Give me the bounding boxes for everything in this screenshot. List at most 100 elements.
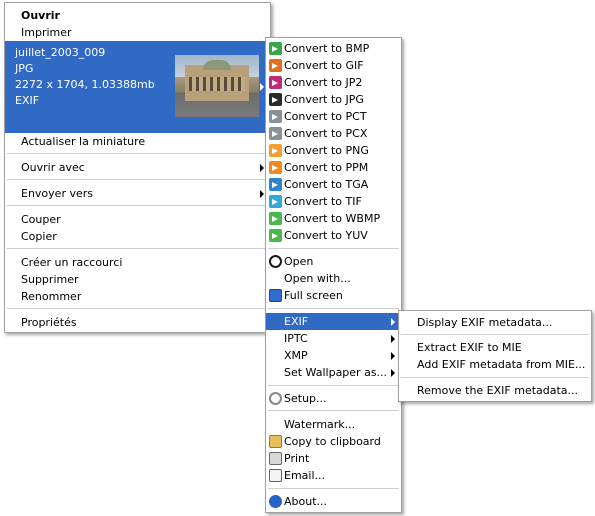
plugin-copy-to-clipboard[interactable]: Copy to clipboard	[266, 433, 401, 450]
wrench-icon	[269, 392, 282, 405]
menu-item-copy[interactable]: Copier	[5, 228, 270, 245]
plugin-set-wallpaper-label: Set Wallpaper as...	[284, 366, 388, 379]
convert-arrow-icon	[269, 144, 282, 157]
plugin-convert-item[interactable]: Convert to PCX	[266, 125, 401, 142]
convert-arrow-icon	[269, 127, 282, 140]
menu-item-send-to-label: Envoyer vers	[21, 187, 93, 200]
exif-add[interactable]: Add EXIF metadata from MIE...	[399, 356, 591, 373]
plugin-full-screen-label: Full screen	[284, 289, 343, 302]
exif-display-label: Display EXIF metadata...	[417, 316, 553, 329]
plugin-convert-item[interactable]: Convert to JPG	[266, 91, 401, 108]
plugin-print[interactable]: Print	[266, 450, 401, 467]
plugin-email[interactable]: Email...	[266, 467, 401, 484]
menu-item-open[interactable]: Ouvrir	[5, 7, 270, 24]
submenu-arrow-icon	[260, 190, 264, 198]
plugin-watermark[interactable]: Watermark...	[266, 416, 401, 433]
exif-add-label: Add EXIF metadata from MIE...	[417, 358, 586, 371]
menu-item-refresh-thumbnail-label: Actualiser la miniature	[21, 135, 146, 148]
plugin-set-wallpaper[interactable]: Set Wallpaper as...	[266, 364, 401, 381]
convert-arrow-icon	[269, 195, 282, 208]
menu-item-copy-label: Copier	[21, 230, 57, 243]
thumbnail-submenu-arrow-icon	[260, 83, 264, 91]
convert-arrow-icon	[269, 178, 282, 191]
separator	[401, 377, 589, 378]
separator	[401, 334, 589, 335]
plugin-setup[interactable]: Setup...	[266, 390, 401, 407]
plugin-convert-item[interactable]: Convert to TGA	[266, 176, 401, 193]
convert-arrow-icon	[269, 161, 282, 174]
preview-exif: EXIF	[15, 94, 40, 107]
plugin-convert-item[interactable]: Convert to PNG	[266, 142, 401, 159]
plugin-about-label: About...	[284, 495, 328, 508]
menu-item-open-with[interactable]: Ouvrir avec	[5, 159, 270, 176]
plugin-convert-label: Convert to TGA	[284, 178, 369, 191]
plugin-convert-label: Convert to YUV	[284, 229, 368, 242]
thumbnail-image	[175, 55, 259, 117]
exif-remove-label: Remove the EXIF metadata...	[417, 384, 579, 397]
exif-display[interactable]: Display EXIF metadata...	[399, 314, 591, 331]
exif-extract-label: Extract EXIF to MIE	[417, 341, 522, 354]
printer-icon	[269, 452, 282, 465]
plugin-iptc[interactable]: IPTC	[266, 330, 401, 347]
plugin-convert-item[interactable]: Convert to TIF	[266, 193, 401, 210]
plugin-convert-label: Convert to PCX	[284, 127, 368, 140]
plugin-open-with[interactable]: Open with...	[266, 270, 401, 287]
exif-submenu: Display EXIF metadata... Extract EXIF to…	[398, 310, 592, 402]
plugin-convert-item[interactable]: Convert to PCT	[266, 108, 401, 125]
plugin-convert-item[interactable]: Convert to BMP	[266, 40, 401, 57]
plugin-full-screen[interactable]: Full screen	[266, 287, 401, 304]
menu-item-print[interactable]: Imprimer	[5, 24, 270, 41]
plugin-convert-item[interactable]: Convert to GIF	[266, 57, 401, 74]
plugin-convert-label: Convert to JP2	[284, 76, 363, 89]
plugin-open-with-label: Open with...	[284, 272, 351, 285]
menu-item-print-label: Imprimer	[21, 26, 72, 39]
menu-item-create-shortcut[interactable]: Créer un raccourci	[5, 254, 270, 271]
clipboard-icon	[269, 435, 282, 448]
plugin-convert-item[interactable]: Convert to WBMP	[266, 210, 401, 227]
submenu-arrow-icon	[391, 335, 395, 343]
preview-dimensions: 2272 x 1704, 1.03388mb	[15, 78, 155, 91]
separator	[7, 205, 268, 206]
exif-extract[interactable]: Extract EXIF to MIE	[399, 339, 591, 356]
plugin-convert-item[interactable]: Convert to JP2	[266, 74, 401, 91]
convert-arrow-icon	[269, 59, 282, 72]
convert-arrow-icon	[269, 76, 282, 89]
plugin-open[interactable]: Open	[266, 253, 401, 270]
plugin-about[interactable]: About...	[266, 493, 401, 510]
separator	[268, 248, 399, 249]
email-icon	[269, 469, 282, 482]
plugin-exif[interactable]: EXIF	[266, 313, 401, 330]
convert-arrow-icon	[269, 110, 282, 123]
separator	[7, 308, 268, 309]
menu-item-properties[interactable]: Propriétés	[5, 314, 270, 331]
preview-format: JPG	[15, 62, 34, 75]
exif-remove[interactable]: Remove the EXIF metadata...	[399, 382, 591, 399]
help-icon	[269, 495, 282, 508]
plugin-watermark-label: Watermark...	[284, 418, 356, 431]
eye-icon	[269, 255, 282, 268]
plugin-convert-label: Convert to PPM	[284, 161, 369, 174]
separator	[268, 308, 399, 309]
separator	[268, 488, 399, 489]
plugin-convert-item[interactable]: Convert to PPM	[266, 159, 401, 176]
convert-arrow-icon	[269, 229, 282, 242]
menu-item-send-to[interactable]: Envoyer vers	[5, 185, 270, 202]
submenu-arrow-icon	[391, 369, 395, 377]
plugin-xmp[interactable]: XMP	[266, 347, 401, 364]
menu-item-cut[interactable]: Couper	[5, 211, 270, 228]
plugin-convert-label: Convert to TIF	[284, 195, 362, 208]
menu-item-rename[interactable]: Renommer	[5, 288, 270, 305]
plugin-print-label: Print	[284, 452, 310, 465]
thumbnail-preview-item[interactable]: juillet_2003_009 JPG 2272 x 1704, 1.0338…	[5, 41, 270, 133]
plugin-convert-item[interactable]: Convert to YUV	[266, 227, 401, 244]
plugin-convert-label: Convert to WBMP	[284, 212, 381, 225]
separator	[7, 153, 268, 154]
submenu-arrow-icon	[391, 352, 395, 360]
plugin-convert-label: Convert to PNG	[284, 144, 369, 157]
menu-item-cut-label: Couper	[21, 213, 61, 226]
separator	[268, 410, 399, 411]
separator	[7, 248, 268, 249]
preview-filename: juillet_2003_009	[15, 46, 106, 59]
menu-item-delete[interactable]: Supprimer	[5, 271, 270, 288]
menu-item-refresh-thumbnail[interactable]: Actualiser la miniature	[5, 133, 270, 150]
